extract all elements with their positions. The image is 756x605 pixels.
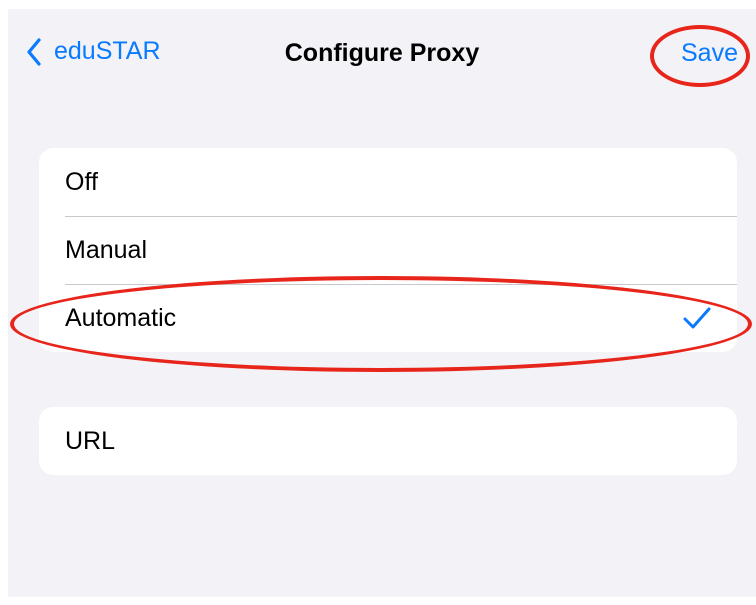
url-group: URL (39, 407, 737, 475)
settings-screen: eduSTAR Configure Proxy Save Off Manual … (8, 9, 756, 597)
url-label: URL (65, 426, 116, 455)
proxy-option-label: Manual (65, 235, 147, 264)
proxy-option-label: Automatic (65, 303, 177, 332)
url-row[interactable]: URL (39, 407, 737, 475)
proxy-option-automatic[interactable]: Automatic (39, 284, 737, 352)
save-button[interactable]: Save (681, 39, 738, 68)
proxy-mode-list: Off Manual Automatic (39, 148, 737, 352)
proxy-option-manual[interactable]: Manual (39, 216, 737, 284)
chevron-left-icon (27, 37, 41, 66)
back-button-label: eduSTAR (54, 37, 161, 65)
proxy-option-off[interactable]: Off (39, 148, 737, 216)
proxy-option-label: Off (65, 167, 98, 196)
navigation-bar: eduSTAR Configure Proxy Save (8, 9, 756, 101)
checkmark-icon (683, 307, 711, 329)
back-button[interactable]: eduSTAR (26, 37, 161, 66)
